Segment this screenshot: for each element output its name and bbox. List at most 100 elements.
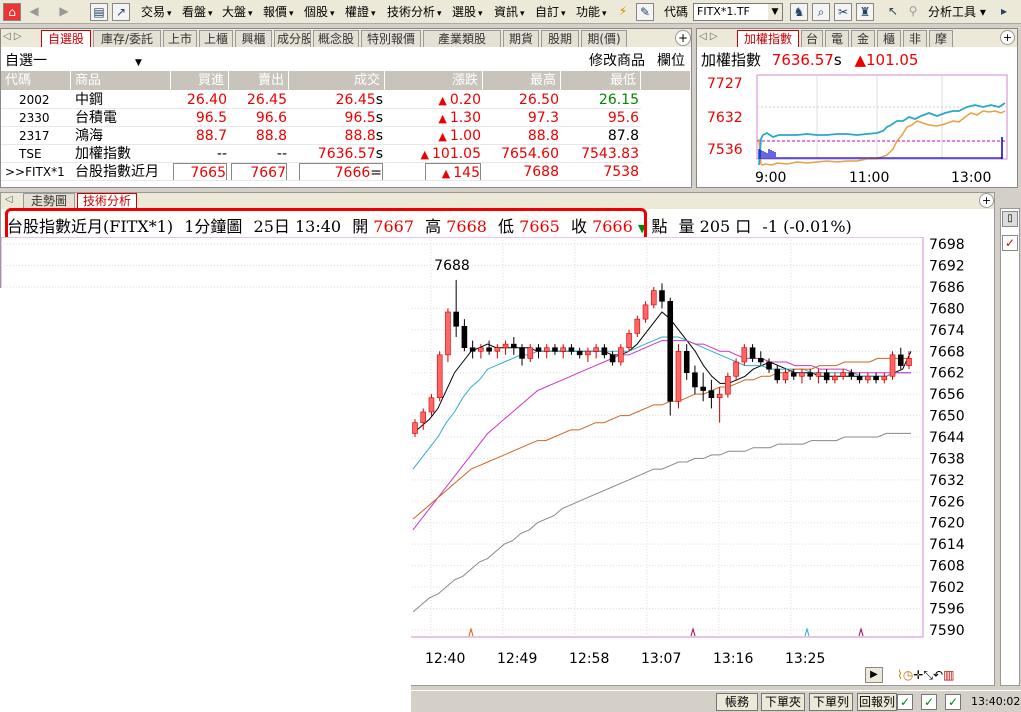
- tab-watch-2[interactable]: 上市: [163, 30, 197, 47]
- column-header-7[interactable]: 最低: [561, 71, 641, 90]
- status-button-3[interactable]: 回報列: [857, 693, 897, 711]
- tab-index-6[interactable]: 摩: [929, 30, 953, 47]
- chart-icon[interactable]: ♜: [856, 3, 874, 21]
- add-tab-icon[interactable]: +: [675, 30, 691, 46]
- cursor-icon[interactable]: ↖: [884, 3, 902, 21]
- menu-label: 大盤: [222, 5, 247, 19]
- zoom-icon[interactable]: ⚲: [904, 3, 922, 21]
- external-window-icon[interactable]: ↗: [112, 3, 130, 21]
- side-tab-icon[interactable]: ▯: [1002, 211, 1018, 227]
- columns-button[interactable]: 欄位: [657, 50, 685, 70]
- group-select[interactable]: 自選一 ▼: [5, 50, 142, 70]
- clock-icon[interactable]: ◷: [903, 668, 913, 682]
- table-row[interactable]: 2317 鴻海 88.7 88.8 88.8s ▲ 1.00 88.8 87.8: [1, 127, 691, 145]
- home-icon[interactable]: ⌂: [3, 3, 21, 21]
- tab-index-2[interactable]: 電: [825, 30, 849, 47]
- tab-chart-1[interactable]: 技術分析: [77, 193, 137, 208]
- tab-watch-3[interactable]: 上櫃: [199, 30, 233, 47]
- tab-watch-7[interactable]: 特別報價: [361, 30, 421, 47]
- notepad-icon[interactable]: ✎: [636, 3, 654, 21]
- column-header-0[interactable]: 代碼: [1, 71, 71, 90]
- menu-5[interactable]: 權證 ▾: [345, 2, 376, 22]
- crosshair-icon[interactable]: ✛: [913, 668, 923, 682]
- undo-icon[interactable]: ↶: [933, 668, 943, 682]
- column-header-4[interactable]: 成交: [289, 71, 385, 90]
- back-icon[interactable]: ◀: [25, 3, 43, 21]
- column-header-1[interactable]: 商品: [71, 71, 171, 90]
- candle-body: [799, 372, 805, 377]
- checkbox-3[interactable]: ✓: [945, 694, 961, 710]
- table-row[interactable]: >>FITX*1 台股指數近月 7665 7667 7666= ▲ 145 7688 7538: [1, 163, 691, 181]
- menu-0[interactable]: 交易 ▾: [141, 2, 172, 22]
- candle-body: [700, 386, 706, 391]
- tab-watch-0[interactable]: 自選股: [41, 30, 91, 47]
- add-tab-icon[interactable]: +: [1000, 30, 1015, 45]
- menu-4[interactable]: 個股 ▾: [304, 2, 335, 22]
- y-tick-label: 7608: [929, 559, 965, 575]
- row-change-value: 0.20: [449, 92, 481, 108]
- quote-icon[interactable]: ♞: [790, 3, 808, 21]
- menu-7[interactable]: 選股 ▾: [452, 2, 483, 22]
- column-header-3[interactable]: 賣出: [229, 71, 289, 90]
- tab-watch-9[interactable]: 期貨: [503, 30, 539, 47]
- tab-scroll-arrows[interactable]: ◁: [5, 194, 13, 205]
- row-last: 7666=: [299, 163, 383, 181]
- column-header-2[interactable]: 買進: [171, 71, 229, 90]
- tab-watch-5[interactable]: 成分股: [274, 30, 311, 47]
- zoom-in-icon[interactable]: +: [979, 193, 994, 208]
- tab-index-0[interactable]: 加權指數: [737, 30, 799, 47]
- menu-1[interactable]: 看盤 ▾: [182, 2, 213, 22]
- scroll-right-button[interactable]: ▶: [865, 667, 883, 683]
- column-header-5[interactable]: 漲跌: [385, 71, 483, 90]
- tab-index-4[interactable]: 櫃: [877, 30, 901, 47]
- tab-watch-8[interactable]: 產業類股: [423, 30, 501, 47]
- menu-9[interactable]: 自訂 ▾: [535, 2, 566, 22]
- analysis-tools-menu[interactable]: 分析工具 ▾: [928, 2, 986, 22]
- status-button-1[interactable]: 下單夾: [761, 693, 805, 711]
- tab-scroll-arrows[interactable]: ◁ ▷: [699, 31, 733, 45]
- menu-3[interactable]: 報價 ▾: [263, 2, 294, 22]
- row-low: 7543.83: [581, 146, 639, 162]
- row-bid: --: [216, 146, 227, 162]
- table-row[interactable]: 2002 中鋼 26.40 26.45 26.45s ▲ 0.20 26.50 26.15: [1, 91, 691, 109]
- tab-watch-1[interactable]: 庫存/委託: [93, 30, 161, 47]
- tab-index-3[interactable]: 金: [851, 30, 875, 47]
- tab-watch-6[interactable]: 概念股: [313, 30, 359, 47]
- chevron-down-icon[interactable]: ▼: [768, 4, 782, 20]
- expand-icon[interactable]: ⤡: [923, 668, 933, 682]
- menu-10[interactable]: 功能 ▾: [576, 2, 607, 22]
- table-row[interactable]: 2330 台積電 96.5 96.6 96.5s ▲ 1.30 97.3 95.6: [1, 109, 691, 127]
- bars-icon[interactable]: ▥: [943, 668, 954, 682]
- status-button-2[interactable]: 下單列: [809, 693, 853, 711]
- row-ask: 7667: [231, 163, 287, 181]
- table-row[interactable]: TSE 加權指數 -- -- 7636.57s ▲ 101.05 7654.60 7543.83: [1, 145, 691, 163]
- status-button-0[interactable]: 帳務: [716, 693, 758, 711]
- menu-6[interactable]: 技術分析 ▾: [387, 2, 442, 22]
- checkbox-2[interactable]: ✓: [921, 694, 937, 710]
- menu-label: 功能: [576, 5, 601, 19]
- more-icon[interactable]: ▸: [995, 3, 1013, 21]
- candle-body: [692, 372, 698, 388]
- tab-watch-11[interactable]: 期(價): [581, 30, 627, 47]
- print-icon[interactable]: ▤: [90, 3, 108, 21]
- tab-index-1[interactable]: 台: [801, 30, 823, 47]
- menu-2[interactable]: 大盤 ▾: [222, 2, 253, 22]
- row-change: ▲ 101.05: [389, 145, 481, 163]
- tab-watch-10[interactable]: 股期: [541, 30, 579, 47]
- code-input[interactable]: FITX*1.TF ▼: [693, 3, 783, 21]
- checkbox-1[interactable]: ✓: [897, 694, 913, 710]
- tools-icon[interactable]: ✂: [834, 3, 852, 21]
- menu-8[interactable]: 資訊 ▾: [494, 2, 525, 22]
- tab-chart-0[interactable]: 走勢圖: [23, 193, 75, 208]
- x-tick-label: 13:25: [785, 651, 825, 667]
- check-icon[interactable]: ✓: [1002, 235, 1018, 251]
- column-header-6[interactable]: 最高: [483, 71, 561, 90]
- tab-index-5[interactable]: 非: [903, 30, 927, 47]
- edit-symbols-button[interactable]: 修改商品: [589, 50, 645, 70]
- search-icon[interactable]: ⌕: [812, 3, 830, 21]
- tab-scroll-arrows[interactable]: ◁ ▷: [3, 31, 37, 45]
- tab-watch-4[interactable]: 興櫃: [235, 30, 272, 47]
- forward-icon[interactable]: ▶: [55, 3, 73, 21]
- lightning-icon[interactable]: ⚡: [614, 3, 632, 21]
- y-tick-label: 7698: [929, 237, 965, 253]
